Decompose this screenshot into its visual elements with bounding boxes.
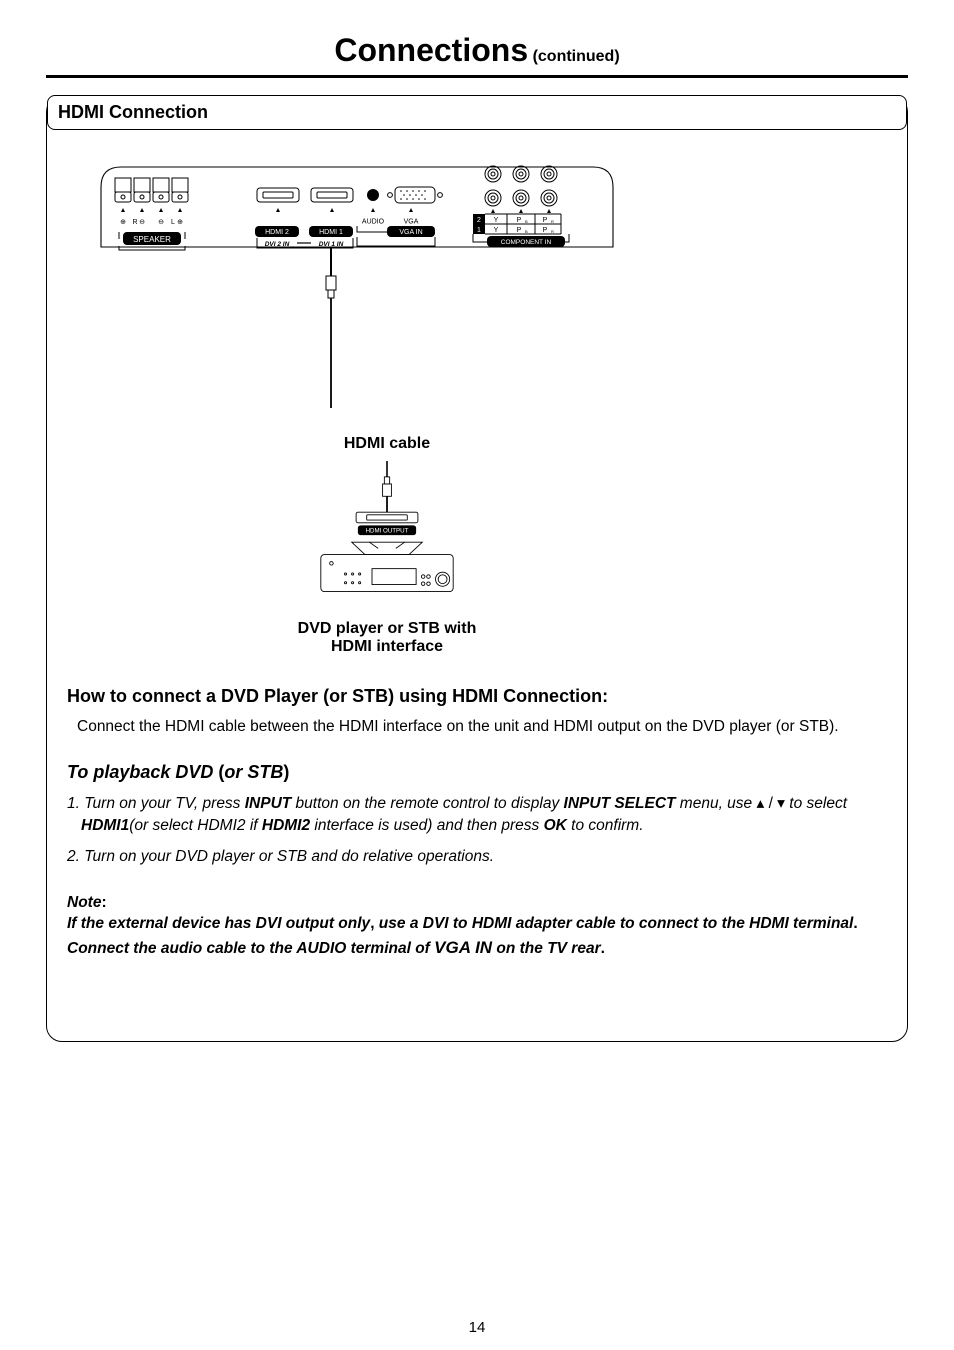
playback-pre: To playback DVD [67,762,213,782]
pb1-c: menu, use [675,795,756,812]
howto-heading: How to connect a DVD Player (or STB) usi… [67,686,887,707]
pb1-arrows: ▴ / ▾ [756,795,784,812]
device-diagram: HDMI OUTPUT DVD player or STB with HDMI … [187,461,587,656]
svg-text:AUDIO: AUDIO [362,219,385,226]
svg-text:HDMI 2: HDMI 2 [265,229,289,236]
howto-paren: (or STB) [323,686,394,706]
rear-panel-icon: ⊕ R ⊖ ⊖ L ⊕ SPEAKER [97,152,617,412]
pb1-a: 1. Turn on your TV, press [67,795,245,812]
svg-text:R: R [551,219,554,224]
svg-text:HDMI OUTPUT: HDMI OUTPUT [366,527,409,534]
pb1-input: INPUT [245,795,292,812]
svg-text:Y: Y [494,217,499,224]
svg-text:SPEAKER: SPEAKER [133,235,171,244]
svg-text:P: P [543,217,548,224]
svg-text:DVI 1 IN: DVI 1 IN [319,241,344,248]
title-sub: (continued) [533,48,620,65]
device-caption-l2: HDMI interface [331,638,443,655]
pb1-f: interface is used) and then press [310,817,544,834]
playback-heading: To playback DVD (or STB) [67,762,887,783]
playback-step-2: 2. Turn on your DVD player or STB and do… [67,846,887,868]
svg-text:2: 2 [477,217,481,224]
svg-text:B: B [525,219,528,224]
svg-text:DVI 2 IN: DVI 2 IN [265,241,290,248]
pb1-d: to select [785,795,847,812]
svg-text:⊖: ⊖ [158,219,164,226]
svg-text:P: P [517,217,522,224]
note-colon: : [101,894,106,911]
section-panel: HDMI Connection ⊕ R ⊖ [46,96,908,1042]
svg-text:R: R [132,219,137,226]
title-rule [46,75,908,78]
title-main: Connections [334,32,528,68]
svg-text:⊕: ⊕ [120,219,126,226]
device-caption-l1: DVD player or STB with [298,620,477,637]
playback-paren-inner: or STB [224,762,283,782]
device-caption: DVD player or STB with HDMI interface [187,620,587,656]
howto-post: using HDMI Connection: [394,686,608,706]
svg-text:B: B [525,229,528,234]
note-vga: VGA IN [434,938,492,957]
note-d: on the TV rear [492,940,601,957]
page-number: 14 [0,1319,954,1336]
note-c: Connect the audio cable to the AUDIO ter… [67,940,434,957]
note-a: If the external device has DVI output on… [67,915,370,932]
svg-text:COMPONENT IN: COMPONENT IN [501,239,552,246]
note-p1: . [853,915,857,932]
dvd-stb-icon: HDMI OUTPUT [292,461,482,611]
section-header: HDMI Connection [47,95,907,130]
pb1-hdmi2: HDMI2 [262,817,310,834]
note-b: use a DVI to HDMI adapter cable to conne… [375,915,854,932]
page-title: Connections (continued) [46,32,908,69]
svg-text:Y: Y [494,227,499,234]
hdmi-cable-caption: HDMI cable [344,435,430,453]
svg-text:P: P [543,227,548,234]
svg-text:⊕: ⊕ [177,219,183,226]
svg-text:P: P [517,227,522,234]
svg-text:VGA: VGA [404,219,419,226]
pb2: 2. Turn on your DVD player or STB and do… [67,848,494,865]
svg-text:L: L [171,219,175,226]
note-label: Note: [67,894,887,912]
note-p2: . [601,940,605,957]
svg-text:R: R [551,229,554,234]
playback-step-1: 1. Turn on your TV, press INPUT button o… [67,793,887,836]
note-word: Note [67,894,101,911]
howto-pre: How to connect a DVD Player [67,686,318,706]
howto-body: Connect the HDMI cable between the HDMI … [67,717,887,738]
pb1-g: to confirm. [567,817,644,834]
svg-text:⊖: ⊖ [139,219,145,226]
pb1-ok: OK [544,817,567,834]
pb1-hdmi1: HDMI1 [81,817,129,834]
note-text: If the external device has DVI output on… [67,912,887,961]
svg-text:HDMI 1: HDMI 1 [319,229,343,236]
pb1-e: (or select HDMI2 if [129,817,262,834]
svg-text:1: 1 [477,227,481,234]
pb1-b: button on the remote control to display [291,795,563,812]
pb1-inputselect: INPUT SELECT [564,795,676,812]
hdmi-cable-caption-wrap: HDMI cable [187,427,587,461]
svg-text:VGA IN: VGA IN [399,229,422,236]
rear-panel-diagram: ⊕ R ⊖ ⊖ L ⊕ SPEAKER [97,152,887,417]
